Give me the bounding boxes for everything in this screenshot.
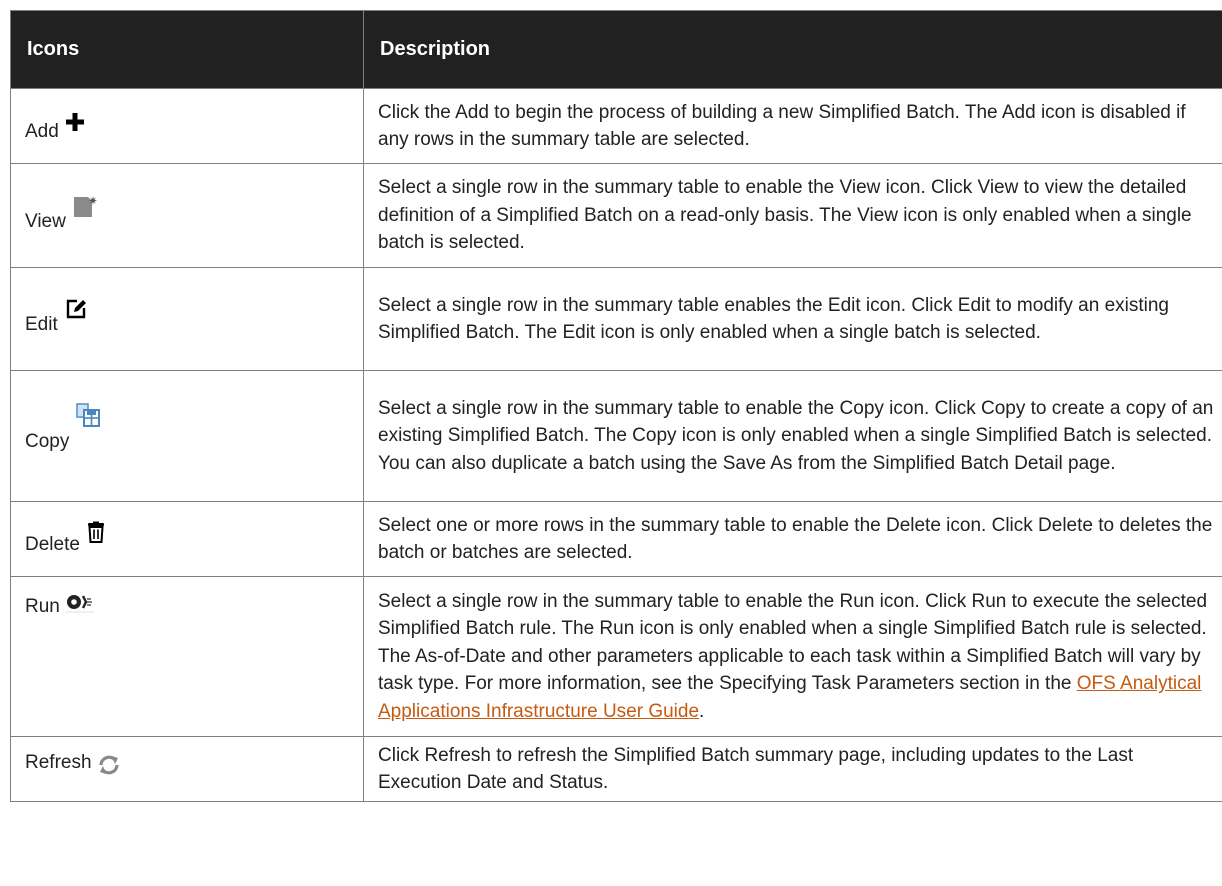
icon-name-cell: View xyxy=(10,163,364,268)
table-row: Refresh Click Refresh to refresh the Sim… xyxy=(10,736,1222,802)
edit-pencil-icon xyxy=(64,297,88,321)
icon-name-cell: Run xyxy=(10,576,364,737)
icon-name-cell: Refresh xyxy=(10,736,364,802)
icon-name-add: Add xyxy=(25,121,59,143)
trash-icon xyxy=(86,521,106,543)
icon-name-run: Run xyxy=(25,596,60,617)
table-row: Edit Select a single row in the summary … xyxy=(10,267,1222,371)
view-page-icon xyxy=(72,195,98,219)
refresh-icon xyxy=(98,755,120,775)
header-icons: Icons xyxy=(10,10,364,89)
description-cell: Click the Add to begin the process of bu… xyxy=(363,88,1222,164)
table-header-row: Icons Description xyxy=(10,10,1222,89)
copy-icon xyxy=(75,402,101,428)
description-cell: Select a single row in the summary table… xyxy=(363,370,1222,502)
description-cell: Select a single row in the summary table… xyxy=(363,163,1222,268)
icon-name-cell: Edit xyxy=(10,267,364,371)
run-gear-icon xyxy=(65,593,94,613)
table-row: View Select a single row in the summary … xyxy=(10,163,1222,268)
description-cell: Select a single row in the summary table… xyxy=(363,267,1222,371)
icon-name-cell: Copy xyxy=(10,370,364,502)
description-cell: Select one or more rows in the summary t… xyxy=(363,501,1222,577)
icon-name-view: View xyxy=(25,210,66,232)
icon-name-edit: Edit xyxy=(25,314,58,336)
run-description-end: . xyxy=(699,700,705,722)
table-row: Delete Select one or more rows in the su… xyxy=(10,501,1222,577)
description-cell: Click Refresh to refresh the Simplified … xyxy=(363,736,1222,802)
icon-name-cell: Add xyxy=(10,88,364,164)
table-row: Add Click the Add to begin the process o… xyxy=(10,88,1222,164)
description-cell: Select a single row in the summary table… xyxy=(363,576,1222,737)
icon-name-cell: Delete xyxy=(10,501,364,577)
icons-table: Icons Description Add Click the Add to b… xyxy=(10,10,1222,802)
icon-name-refresh: Refresh xyxy=(25,752,92,773)
icon-name-delete: Delete xyxy=(25,534,80,556)
table-row: Copy Select a single row in the summary … xyxy=(10,370,1222,502)
table-row: Run Select a single row in the summary t… xyxy=(10,576,1222,737)
icon-name-copy: Copy xyxy=(25,431,70,453)
header-description: Description xyxy=(363,10,1222,89)
plus-icon xyxy=(65,112,85,132)
